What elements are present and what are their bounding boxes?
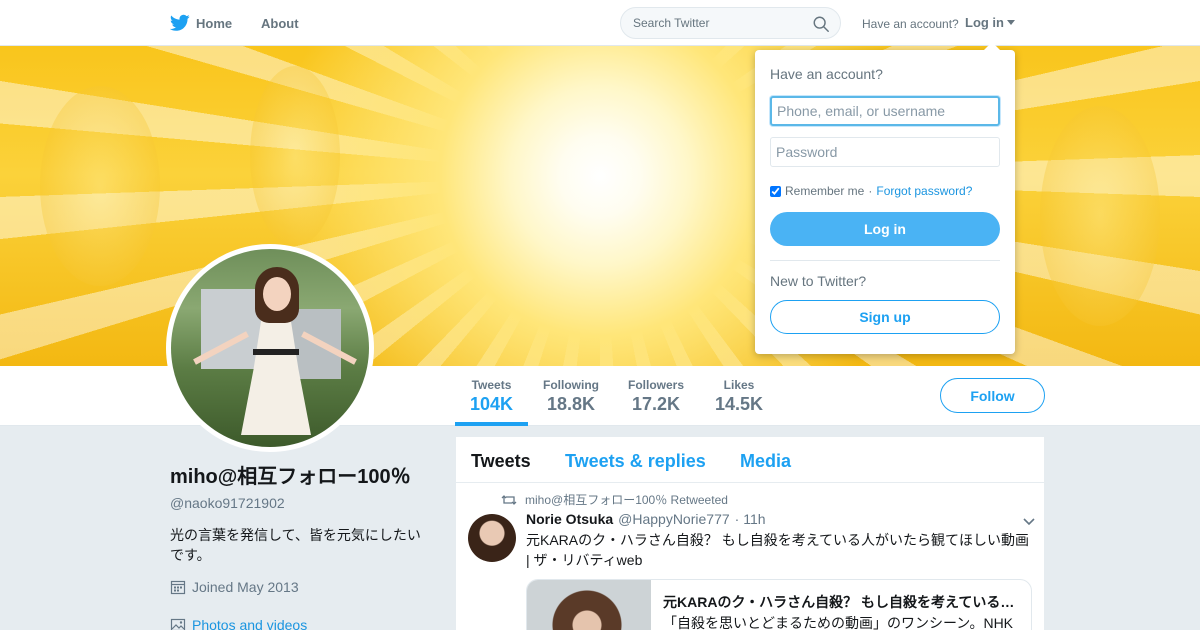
- nav-about-link[interactable]: About: [261, 16, 299, 31]
- stat-followers[interactable]: Followers 17.2K: [628, 378, 684, 415]
- dropdown-divider: [770, 260, 1000, 261]
- tab-tweets[interactable]: Tweets: [471, 451, 531, 472]
- stat-likes[interactable]: Likes 14.5K: [715, 378, 763, 415]
- stat-value: 17.2K: [631, 394, 681, 414]
- tab-tweets-replies[interactable]: Tweets & replies: [565, 451, 706, 472]
- tweet-text: 元KARAのク・ハラさん自殺？ もし自殺を考えている人がいたら観てほしい動画 |…: [526, 532, 1030, 568]
- stat-label: Followers: [628, 378, 685, 392]
- timeline-tabs: Tweets Tweets & replies Media: [456, 437, 1044, 483]
- retweet-context: miho@相互フォロー100％ Retweeted: [501, 491, 728, 508]
- login-menu-label: Log in: [965, 15, 1004, 30]
- profile-header-card: miho@相互フォロー100％ @naoko91721902 光の言葉を発信して…: [170, 460, 430, 630]
- forgot-password-link[interactable]: Forgot password?: [876, 184, 972, 198]
- search-icon[interactable]: [812, 15, 830, 33]
- nav-home-link[interactable]: Home: [170, 12, 232, 34]
- follow-button[interactable]: Follow: [940, 378, 1045, 413]
- calendar-icon: [170, 580, 186, 595]
- profile-bio: 光の言葉を発信して、皆を元気にしたいです。: [170, 527, 421, 563]
- tab-media[interactable]: Media: [740, 451, 791, 472]
- card-thumbnail: [527, 580, 651, 630]
- avatar-face: [263, 277, 291, 311]
- timeline: Tweets Tweets & replies Media miho@相互フォロ…: [456, 437, 1044, 630]
- tweet-author-avatar[interactable]: [468, 514, 516, 562]
- stat-tweets[interactable]: Tweets 104K: [470, 378, 513, 415]
- remember-me-row: Remember me · Forgot password?: [770, 184, 972, 198]
- login-dropdown: Have an account? Remember me · Forgot pa…: [755, 42, 1015, 354]
- login-menu-toggle[interactable]: Log in: [965, 15, 1015, 30]
- stat-label: Likes: [723, 378, 755, 392]
- nav-home-label: Home: [196, 15, 233, 31]
- chevron-down-icon[interactable]: [1022, 515, 1036, 529]
- stat-label: Tweets: [471, 378, 512, 392]
- dropdown-title: Have an account?: [770, 66, 883, 82]
- top-nav: Home About Have an account? Log in: [0, 0, 1200, 46]
- tweet-author-name[interactable]: Norie Otsuka: [526, 511, 613, 527]
- search-input[interactable]: [633, 8, 803, 38]
- retweet-context-text[interactable]: miho@相互フォロー100％ Retweeted: [525, 491, 728, 508]
- photos-videos-label: Photos and videos: [192, 617, 308, 630]
- username-input[interactable]: [770, 96, 1000, 126]
- stat-following[interactable]: Following 18.8K: [543, 378, 599, 415]
- retweet-icon: [501, 494, 517, 505]
- image-icon: [170, 618, 186, 630]
- card-title: 元KARAのク・ハラさん自殺？ もし自殺を考えている人が...: [663, 594, 1023, 610]
- banner-ornament: [40, 86, 160, 286]
- avatar-photo: [171, 249, 369, 447]
- tweet-author-handle[interactable]: @HappyNorie777: [618, 511, 730, 527]
- card-description: 「自殺を思いとどまるための動画」のワンシーン。NHK: [663, 615, 1014, 630]
- signup-button[interactable]: Sign up: [770, 300, 1000, 334]
- tweet-link-card[interactable]: 元KARAのク・ハラさん自殺？ もし自殺を考えている人が... 「自殺を思いとど…: [526, 579, 1032, 630]
- separator-dot: ·: [868, 184, 873, 198]
- joined-date-text: Joined May 2013: [192, 579, 299, 595]
- profile-display-name[interactable]: miho@相互フォロー100％: [170, 460, 430, 489]
- profile-avatar[interactable]: [166, 244, 374, 452]
- remember-me-checkbox[interactable]: [770, 185, 781, 197]
- dropdown-arrow: [984, 42, 1000, 50]
- password-input[interactable]: [770, 137, 1000, 167]
- stat-label: Following: [543, 378, 599, 392]
- caret-down-icon: [1007, 20, 1015, 25]
- photos-videos-link[interactable]: Photos and videos: [170, 617, 430, 630]
- twitter-bird-icon: [170, 14, 190, 31]
- joined-date: Joined May 2013: [170, 579, 430, 595]
- login-submit-button[interactable]: Log in: [770, 212, 1000, 246]
- have-account-text: Have an account?: [862, 17, 959, 31]
- remember-me-label[interactable]: Remember me: [785, 184, 864, 198]
- tweet-timestamp[interactable]: · 11h: [735, 511, 766, 527]
- active-tab-underline: [455, 422, 528, 426]
- new-to-twitter-text: New to Twitter?: [770, 273, 867, 289]
- avatar-belt: [253, 349, 299, 355]
- search-box: [620, 7, 841, 39]
- banner-ornament: [1040, 106, 1160, 326]
- stat-value: 18.8K: [546, 394, 596, 414]
- profile-username[interactable]: @naoko91721902: [170, 495, 430, 511]
- banner-ornament: [250, 66, 340, 246]
- stat-value: 14.5K: [715, 394, 764, 414]
- stat-value: 104K: [470, 394, 514, 414]
- tweet-header: Norie Otsuka @HappyNorie777 · 11h: [526, 511, 1032, 527]
